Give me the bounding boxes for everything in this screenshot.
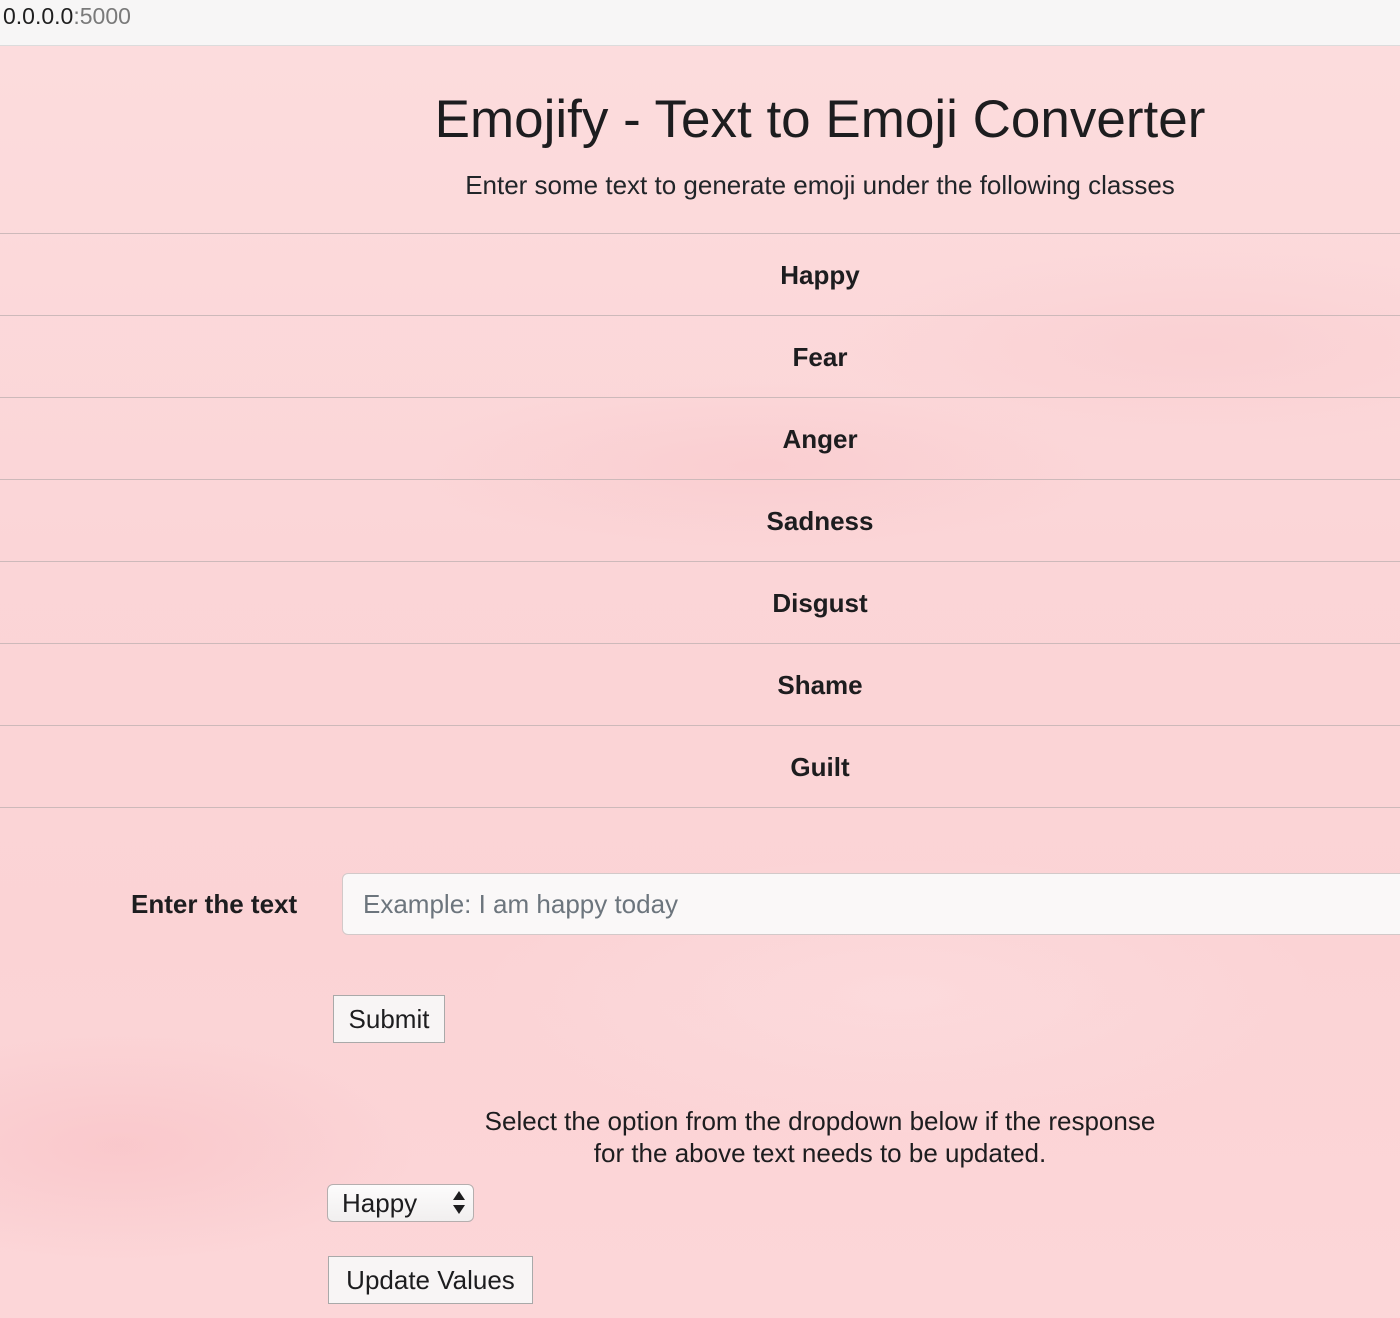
- emotion-class-label: Guilt: [790, 752, 850, 782]
- emotion-class-row: Anger: [0, 398, 1400, 480]
- submit-button[interactable]: Submit: [333, 995, 445, 1043]
- page-subtitle: Enter some text to generate emoji under …: [465, 170, 1175, 200]
- emotion-class-label: Happy: [780, 260, 860, 290]
- emotion-class-row: Happy: [0, 234, 1400, 316]
- text-input[interactable]: [342, 873, 1400, 935]
- emotion-class-row: Disgust: [0, 562, 1400, 644]
- emotion-class-row: Fear: [0, 316, 1400, 398]
- address-bar[interactable]: 0.0.0.0:5000: [0, 0, 1400, 46]
- emotion-class-label: Shame: [777, 670, 863, 700]
- update-instructions-line: for the above text needs to be updated.: [593, 1138, 1047, 1168]
- address-port: :5000: [73, 3, 131, 29]
- address-host: 0.0.0.0: [3, 3, 74, 29]
- update-instructions: Select the option from the dropdown belo…: [420, 1105, 1220, 1169]
- emotion-class-row: Guilt: [0, 726, 1400, 808]
- emotion-class-row: Shame: [0, 644, 1400, 726]
- emotion-class-label: Sadness: [766, 506, 874, 536]
- select-arrows-icon: [453, 1191, 465, 1214]
- update-instructions-line: Select the option from the dropdown belo…: [484, 1106, 1156, 1136]
- page-title: Emojify - Text to Emoji Converter: [434, 90, 1206, 149]
- emotion-class-label: Anger: [782, 424, 858, 454]
- emotion-class-label: Disgust: [772, 588, 868, 618]
- emotion-class-list: Happy Fear Anger Sadness Disgust Shame G…: [0, 233, 1400, 808]
- text-input-label: Enter the text: [131, 889, 298, 919]
- emotion-select-value: Happy: [342, 1188, 418, 1218]
- address-url[interactable]: 0.0.0.0:5000: [3, 2, 131, 30]
- emotion-class-row: Sadness: [0, 480, 1400, 562]
- emotion-class-label: Fear: [792, 342, 848, 372]
- update-values-button[interactable]: Update Values: [328, 1256, 533, 1304]
- emotion-select[interactable]: Happy: [327, 1184, 474, 1222]
- page-body: Emojify - Text to Emoji Converter Enter …: [0, 46, 1400, 1318]
